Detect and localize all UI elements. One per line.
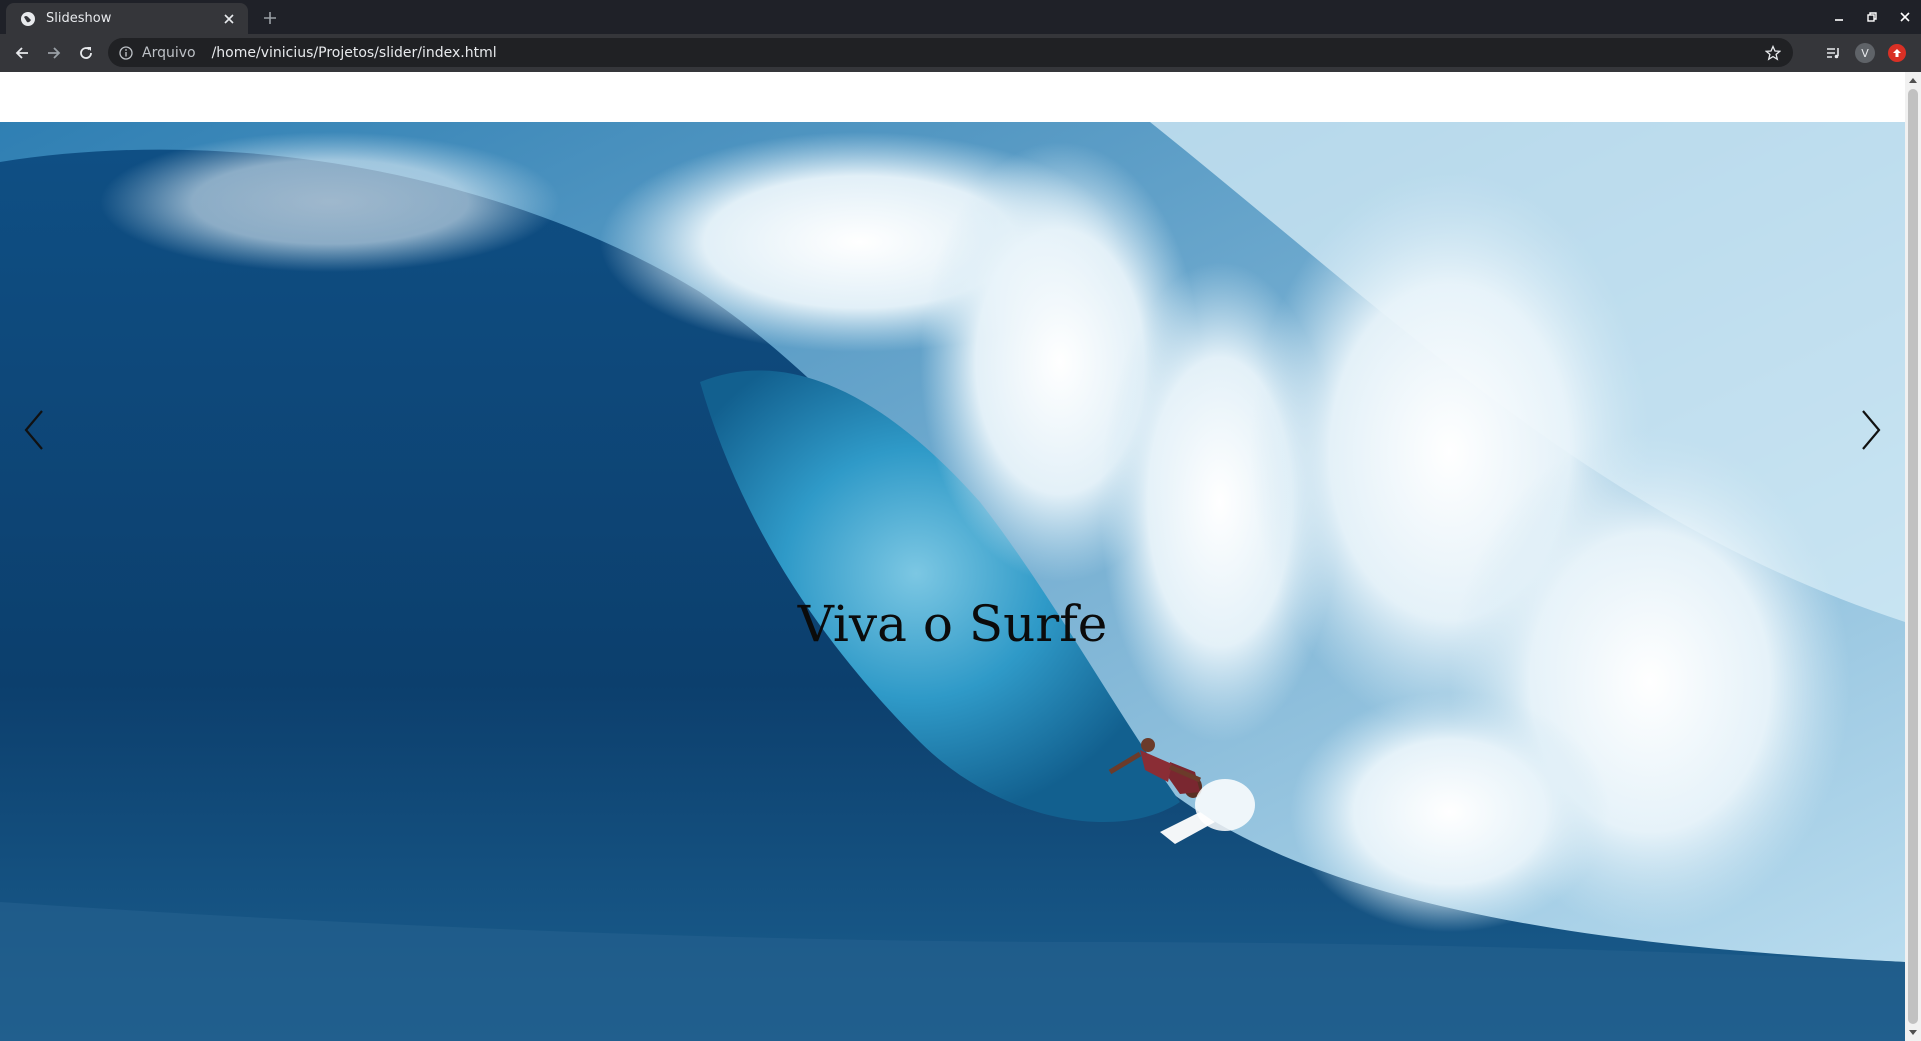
reload-button[interactable] bbox=[73, 40, 99, 66]
browser-tab[interactable]: Slideshow bbox=[6, 3, 248, 34]
update-available-icon bbox=[1888, 44, 1906, 62]
reload-icon bbox=[80, 47, 92, 59]
chevron-right-icon bbox=[1862, 410, 1881, 450]
new-tab-button[interactable] bbox=[258, 6, 282, 30]
surfer-wave-image bbox=[0, 122, 1905, 1041]
update-button[interactable] bbox=[1884, 40, 1910, 66]
media-control-icon bbox=[1827, 48, 1839, 59]
star-icon[interactable] bbox=[1759, 39, 1787, 67]
back-button[interactable] bbox=[9, 40, 35, 66]
close-icon bbox=[1899, 12, 1910, 22]
arrow-right-icon bbox=[48, 47, 61, 59]
tab-title: Slideshow bbox=[46, 11, 112, 26]
close-window-button[interactable] bbox=[1888, 0, 1921, 34]
browser-titlebar: Slideshow bbox=[0, 0, 1921, 34]
restore-icon bbox=[1866, 12, 1877, 22]
globe-icon bbox=[20, 11, 36, 27]
avatar: V bbox=[1855, 43, 1875, 63]
scrollbar-thumb[interactable] bbox=[1908, 89, 1918, 1024]
forward-button[interactable] bbox=[41, 40, 67, 66]
info-icon[interactable] bbox=[118, 45, 134, 61]
arrow-left-icon bbox=[15, 47, 28, 59]
slide: Viva o Surfe bbox=[0, 122, 1905, 1041]
profile-button[interactable]: V bbox=[1852, 40, 1878, 66]
chevron-left-icon bbox=[24, 410, 43, 450]
close-tab-icon[interactable] bbox=[220, 10, 238, 28]
next-slide-button[interactable] bbox=[1851, 400, 1891, 460]
vertical-scrollbar[interactable] bbox=[1905, 72, 1921, 1041]
scroll-down-icon[interactable] bbox=[1905, 1025, 1921, 1041]
slide-caption: Viva o Surfe bbox=[797, 595, 1108, 653]
media-control-button[interactable] bbox=[1820, 40, 1846, 66]
scroll-up-icon[interactable] bbox=[1905, 72, 1921, 88]
minimize-button[interactable] bbox=[1822, 0, 1855, 34]
address-bar[interactable]: Arquivo /home/vinicius/Projetos/slider/i… bbox=[108, 38, 1793, 67]
address-url[interactable]: /home/vinicius/Projetos/slider/index.htm… bbox=[212, 45, 1759, 61]
minimize-icon bbox=[1834, 19, 1843, 21]
previous-slide-button[interactable] bbox=[14, 400, 54, 460]
restore-button[interactable] bbox=[1855, 0, 1888, 34]
page-viewport: Viva o Surfe bbox=[0, 72, 1905, 1041]
window-controls bbox=[1822, 0, 1921, 34]
plus-icon bbox=[264, 12, 276, 24]
address-scheme-label: Arquivo bbox=[142, 44, 196, 61]
browser-toolbar: Arquivo /home/vinicius/Projetos/slider/i… bbox=[0, 34, 1921, 72]
